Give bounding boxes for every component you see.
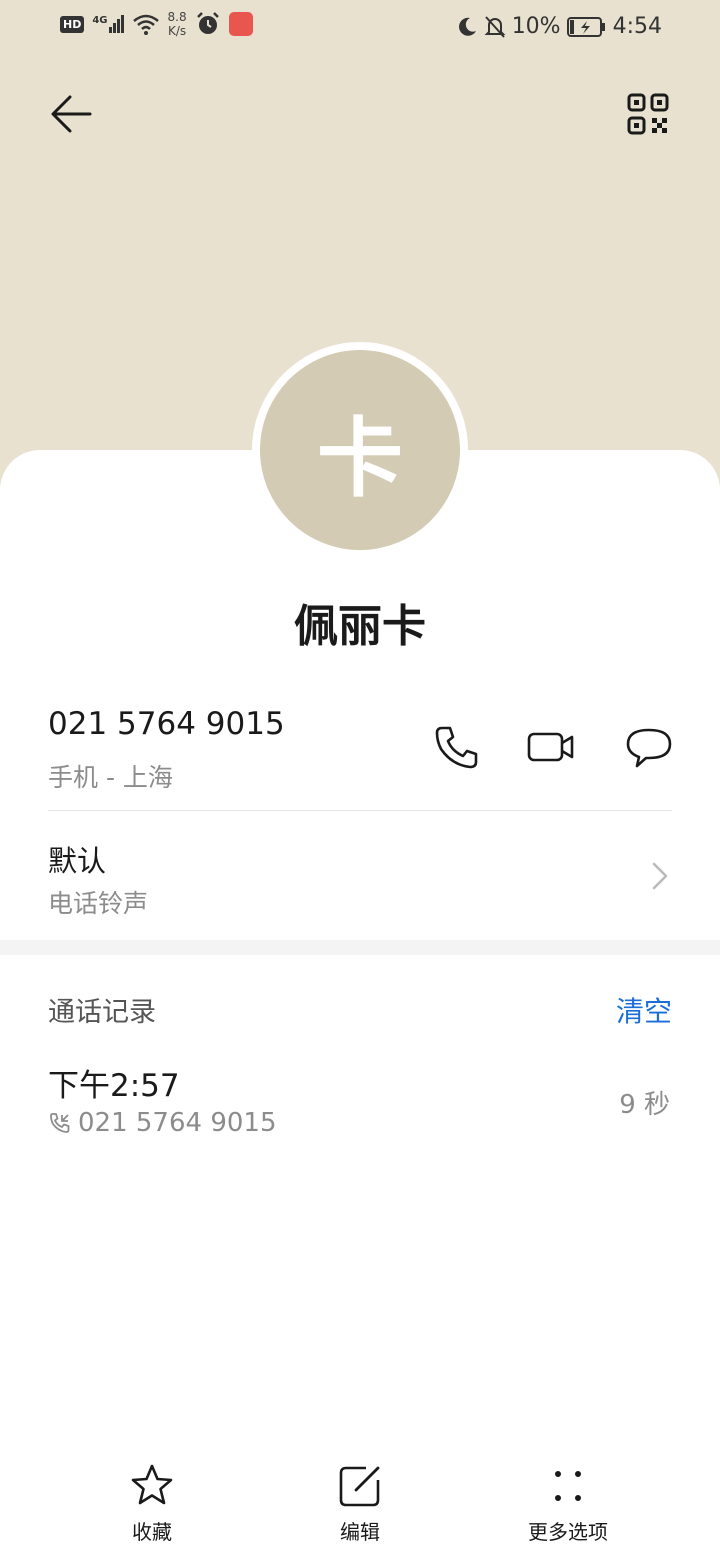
status-left: HD 4G 8.8 K/s <box>60 10 253 38</box>
favorite-label: 收藏 <box>132 1520 172 1544</box>
ringtone-subtitle: 电话铃声 <box>48 889 149 918</box>
speed-value: 8.8 <box>167 10 187 24</box>
alarm-icon <box>196 12 219 34</box>
battery-percent: 10% <box>511 14 561 39</box>
clear-call-log-button[interactable]: 清空 <box>616 990 672 1030</box>
call-number: 021 5764 9015 <box>78 1108 277 1138</box>
chevron-right-icon <box>652 862 668 890</box>
edit-button[interactable]: 编辑 <box>260 1462 460 1545</box>
favorite-button[interactable]: 收藏 <box>52 1462 252 1545</box>
contact-name: 佩丽卡 <box>294 601 426 652</box>
huawei-app-icon <box>228 12 253 36</box>
more-options-button[interactable]: 更多选项 <box>468 1462 668 1545</box>
moon-icon <box>458 17 476 36</box>
call-detail: 021 5764 9015 <box>48 1108 277 1138</box>
qr-code-icon[interactable] <box>624 90 672 138</box>
call-time: 下午2:57 <box>48 1068 180 1104</box>
phone-icon[interactable] <box>432 722 482 772</box>
mute-bell-icon <box>484 15 506 38</box>
edit-icon <box>339 1466 380 1507</box>
message-icon[interactable] <box>624 722 674 772</box>
speed-unit: K/s <box>167 24 187 38</box>
network-type: 4G <box>92 15 108 26</box>
phone-number[interactable]: 021 5764 9015 <box>48 706 285 742</box>
network-speed: 8.8 K/s <box>168 10 187 38</box>
back-arrow-icon[interactable] <box>46 88 98 140</box>
status-bar: HD 4G 8.8 K/s 10% 4:54 <box>0 0 720 58</box>
call-log-header: 通话记录 <box>48 997 156 1028</box>
section-separator <box>0 940 720 955</box>
signal-icon: 4G <box>92 15 124 33</box>
more-options-label: 更多选项 <box>528 1520 608 1544</box>
edit-label: 编辑 <box>340 1520 380 1544</box>
hd-badge: HD <box>60 15 85 33</box>
status-right: 10% 4:54 <box>456 14 662 39</box>
outgoing-call-icon <box>50 1113 70 1133</box>
avatar[interactable]: 卡 <box>260 350 460 550</box>
status-time: 4:54 <box>612 14 662 39</box>
battery-charging-icon <box>566 16 605 37</box>
ringtone-title: 默认 <box>48 844 107 878</box>
wifi-icon <box>132 14 159 35</box>
video-call-icon[interactable] <box>526 722 576 772</box>
avatar-initial: 卡 <box>317 408 403 509</box>
divider <box>48 810 672 811</box>
call-duration: 9 秒 <box>619 1090 670 1120</box>
phone-type-location: 手机 - 上海 <box>48 763 173 792</box>
more-dots-icon <box>555 1471 581 1501</box>
star-icon <box>131 1464 173 1505</box>
